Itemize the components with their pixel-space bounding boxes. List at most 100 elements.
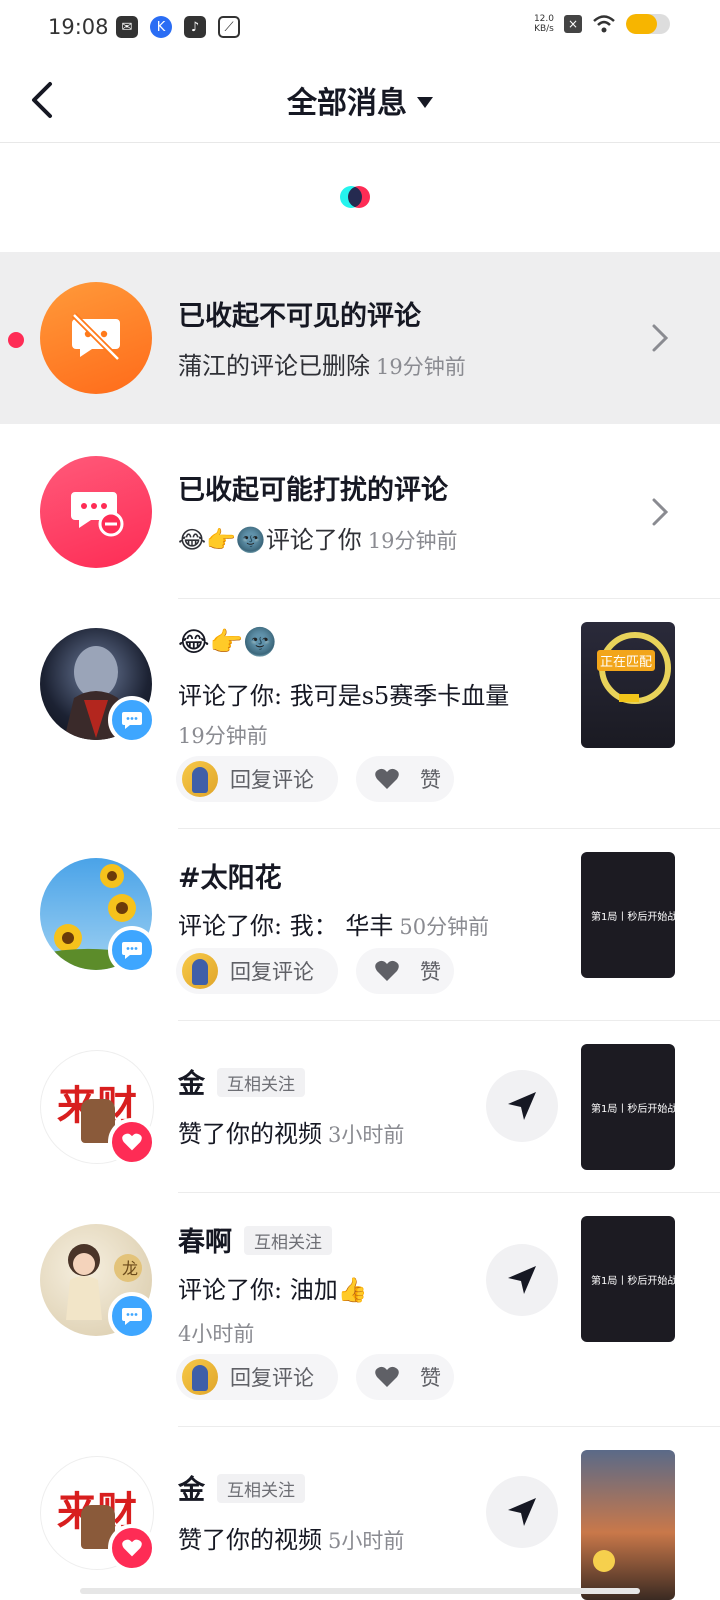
mail-icon: ✉ [116,16,138,38]
notification-time: 4小时前 [178,1322,255,1346]
my-avatar [182,761,218,797]
network-speed-value: 12.0 [533,14,554,24]
chevron-right-icon [652,324,669,352]
heart-badge-icon [108,1524,156,1572]
reply-label: 回复评论 [230,960,314,984]
divider [178,1192,720,1193]
caret-down-icon [417,96,433,108]
notification-time: 3小时前 [328,1123,405,1147]
like-comment-button[interactable]: 赞 [356,1354,454,1400]
notification-item[interactable]: 来财 金互相关注 赞了你的视频5小时前 [0,1428,720,1600]
notification-time: 5小时前 [328,1529,405,1553]
k-app-icon: K [150,16,172,38]
mutual-follow-badge: 互相关注 [217,1068,305,1097]
like-text: 赞了你的视频 5小时前 [178,1520,404,1555]
like-text-content: 赞了你的视频 [178,1526,322,1554]
heart-badge-icon [108,1118,156,1166]
like-comment-button[interactable]: 赞 [356,948,454,994]
status-bar: 19:08 ✉ K ♪ ⟋ 12.0 KB/s × [0,0,720,56]
user-name[interactable]: 金 [178,1069,205,1100]
like-text: 赞了你的视频 3小时前 [178,1114,404,1149]
message-filter-dropdown[interactable]: 全部消息 [0,78,720,122]
mutual-follow-badge: 互相关注 [244,1226,332,1255]
divider [178,1020,720,1021]
close-box-icon: × [564,15,582,33]
user-name[interactable]: 😂👉🌚 [178,626,277,658]
notification-item[interactable]: 龙 春啊 互相关注 评论了你: 油加👍 4小时前 回复评论 赞 第1局丨秒后开始战… [0,1194,720,1426]
heart-icon [375,768,399,789]
battery-fill [626,14,657,34]
divider [178,598,720,599]
video-thumbnail[interactable] [581,1450,675,1600]
video-thumbnail[interactable]: 第1局丨秒后开始战斗! [581,1044,675,1170]
video-thumbnail[interactable]: 第1局丨秒后开始战斗! [581,1216,675,1342]
notification-item[interactable]: 😂👉🌚 评论了你: 我可是s5赛季卡血量 19分钟前 回复评论 赞 正在匹配 [0,600,720,828]
row-subtitle-text: 评论了你 [265,526,362,554]
comment-badge-icon [108,926,156,974]
notification-time: 50分钟前 [399,915,490,939]
page-title: 全部消息 [287,86,407,121]
thumbnail-caption: 第1局丨秒后开始战斗! [591,1104,675,1115]
divider [178,1426,720,1427]
comment-badge-icon [108,1292,156,1340]
divider [178,828,720,829]
row-subtitle-text: 蒲江的评论已删除 [178,352,370,380]
comment-text-content: 评论了你: 我： 华丰 [178,912,394,940]
like-comment-button[interactable]: 赞 [356,756,454,802]
user-name[interactable]: #太阳花 [178,856,282,895]
like-label: 赞 [420,1366,441,1390]
face-emoji-icon [593,1550,615,1572]
reply-comment-button[interactable]: 回复评论 [176,948,338,994]
folded-invisible-comments-row[interactable]: 已收起不可见的评论 蒲江的评论已删除 19分钟前 [0,252,720,424]
comment-text-content: 评论了你: 油加 [178,1276,338,1304]
send-message-button[interactable] [486,1070,558,1142]
home-indicator [80,1588,640,1594]
svg-text:龙: 龙 [122,1259,138,1278]
row-title: 已收起不可见的评论 [178,301,421,332]
user-name[interactable]: 春啊 [178,1227,232,1258]
row-subtitle: 😂👉🌚评论了你 19分钟前 [178,520,458,555]
user-name[interactable]: 金 [178,1475,205,1506]
send-icon [508,1266,536,1294]
my-avatar [182,953,218,989]
muted-comment-icon [40,456,152,568]
heart-icon [375,1366,399,1387]
send-message-button[interactable] [486,1476,558,1548]
unread-dot [8,332,24,348]
leaf-icon: ⟋ [218,16,240,38]
battery-icon [626,14,670,34]
notification-item[interactable]: 来财 金互相关注 赞了你的视频3小时前 第1局丨秒后开始战斗! [0,1022,720,1192]
thumbs-up-emoji: 👍 [337,1276,368,1304]
chevron-right-icon [652,498,669,526]
like-label: 赞 [420,768,441,792]
top-nav-bar: 全部消息 [0,56,720,143]
row-subtitle-emoji: 😂👉🌚 [178,526,266,554]
reply-label: 回复评论 [230,1366,314,1390]
reply-comment-button[interactable]: 回复评论 [176,1354,338,1400]
network-speed-unit: KB/s [534,24,554,34]
reply-label: 回复评论 [230,768,314,792]
notification-item[interactable]: #太阳花 评论了你: 我： 华丰50分钟前 回复评论 赞 第1局丨秒后开始战斗! [0,830,720,1020]
network-speed: 12.0 KB/s [534,14,554,34]
folded-disturbing-comments-row[interactable]: 已收起可能打扰的评论 😂👉🌚评论了你 19分钟前 [0,426,720,598]
user-name-row: 春啊 互相关注 [178,1220,332,1259]
status-time: 19:08 [48,15,109,39]
comment-badge-icon [108,696,156,744]
send-message-button[interactable] [486,1244,558,1316]
video-thumbnail[interactable]: 正在匹配 [581,622,675,748]
tiktok-icon: ♪ [184,16,206,38]
user-name-row: 金互相关注 [178,1468,305,1507]
reply-comment-button[interactable]: 回复评论 [176,756,338,802]
my-avatar [182,1359,218,1395]
wifi-icon [593,15,615,33]
row-time: 19分钟前 [367,529,458,553]
comment-text: 评论了你: 油加👍 [178,1270,368,1305]
user-name-row: 金互相关注 [178,1062,305,1101]
row-time: 19分钟前 [376,355,466,379]
video-thumbnail[interactable]: 第1局丨秒后开始战斗! [581,852,675,978]
thumbnail-caption: 正在匹配 [597,650,656,671]
loading-spinner [340,186,370,210]
heart-icon [375,960,399,981]
row-subtitle: 蒲江的评论已删除 19分钟前 [178,346,466,381]
like-label: 赞 [420,960,441,984]
